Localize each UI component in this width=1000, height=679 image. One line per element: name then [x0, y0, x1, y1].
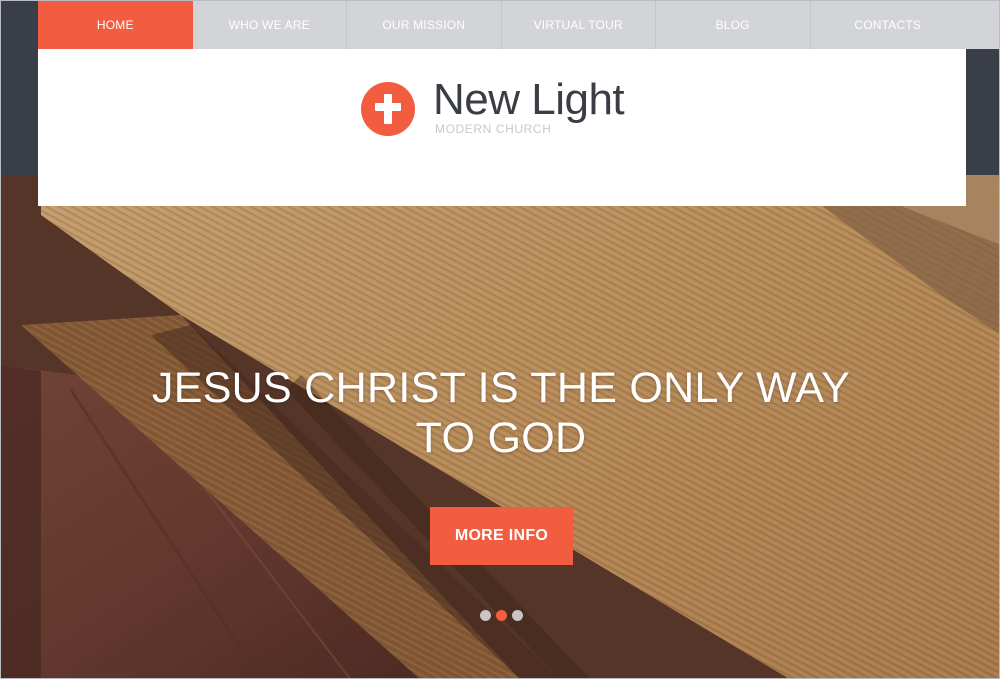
hero-headline-line2: TO GOD — [415, 414, 587, 462]
cross-icon — [361, 82, 415, 136]
nav-item-contacts[interactable]: CONTACTS — [811, 1, 966, 49]
slider-dot-1[interactable] — [480, 610, 491, 621]
site-logo[interactable]: New Light MODERN CHURCH — [361, 75, 625, 137]
hero-headline: JESUS CHRIST IS THE ONLY WAY TO GOD — [101, 363, 901, 463]
slider-pagination — [480, 610, 523, 621]
page: HOME WHO WE ARE OUR MISSION VIRTUAL TOUR… — [0, 0, 1000, 679]
nav-item-virtual-tour[interactable]: VIRTUAL TOUR — [502, 1, 656, 49]
main-nav: HOME WHO WE ARE OUR MISSION VIRTUAL TOUR… — [38, 1, 999, 49]
brand-name: New Light — [433, 75, 625, 124]
logo-text: New Light MODERN CHURCH — [433, 75, 625, 137]
nav-item-our-mission[interactable]: OUR MISSION — [347, 1, 502, 49]
slider-dot-3[interactable] — [512, 610, 523, 621]
nav-item-blog[interactable]: BLOG — [656, 1, 811, 49]
site-header: New Light MODERN CHURCH — [38, 49, 966, 206]
more-info-button[interactable]: MORE INFO — [430, 507, 573, 565]
nav-item-home[interactable]: HOME — [38, 1, 193, 49]
slider-dot-2[interactable] — [496, 610, 507, 621]
hero-headline-line1: JESUS CHRIST IS THE ONLY WAY — [151, 364, 851, 412]
brand-tagline: MODERN CHURCH — [435, 122, 552, 136]
nav-item-who-we-are[interactable]: WHO WE ARE — [193, 1, 347, 49]
